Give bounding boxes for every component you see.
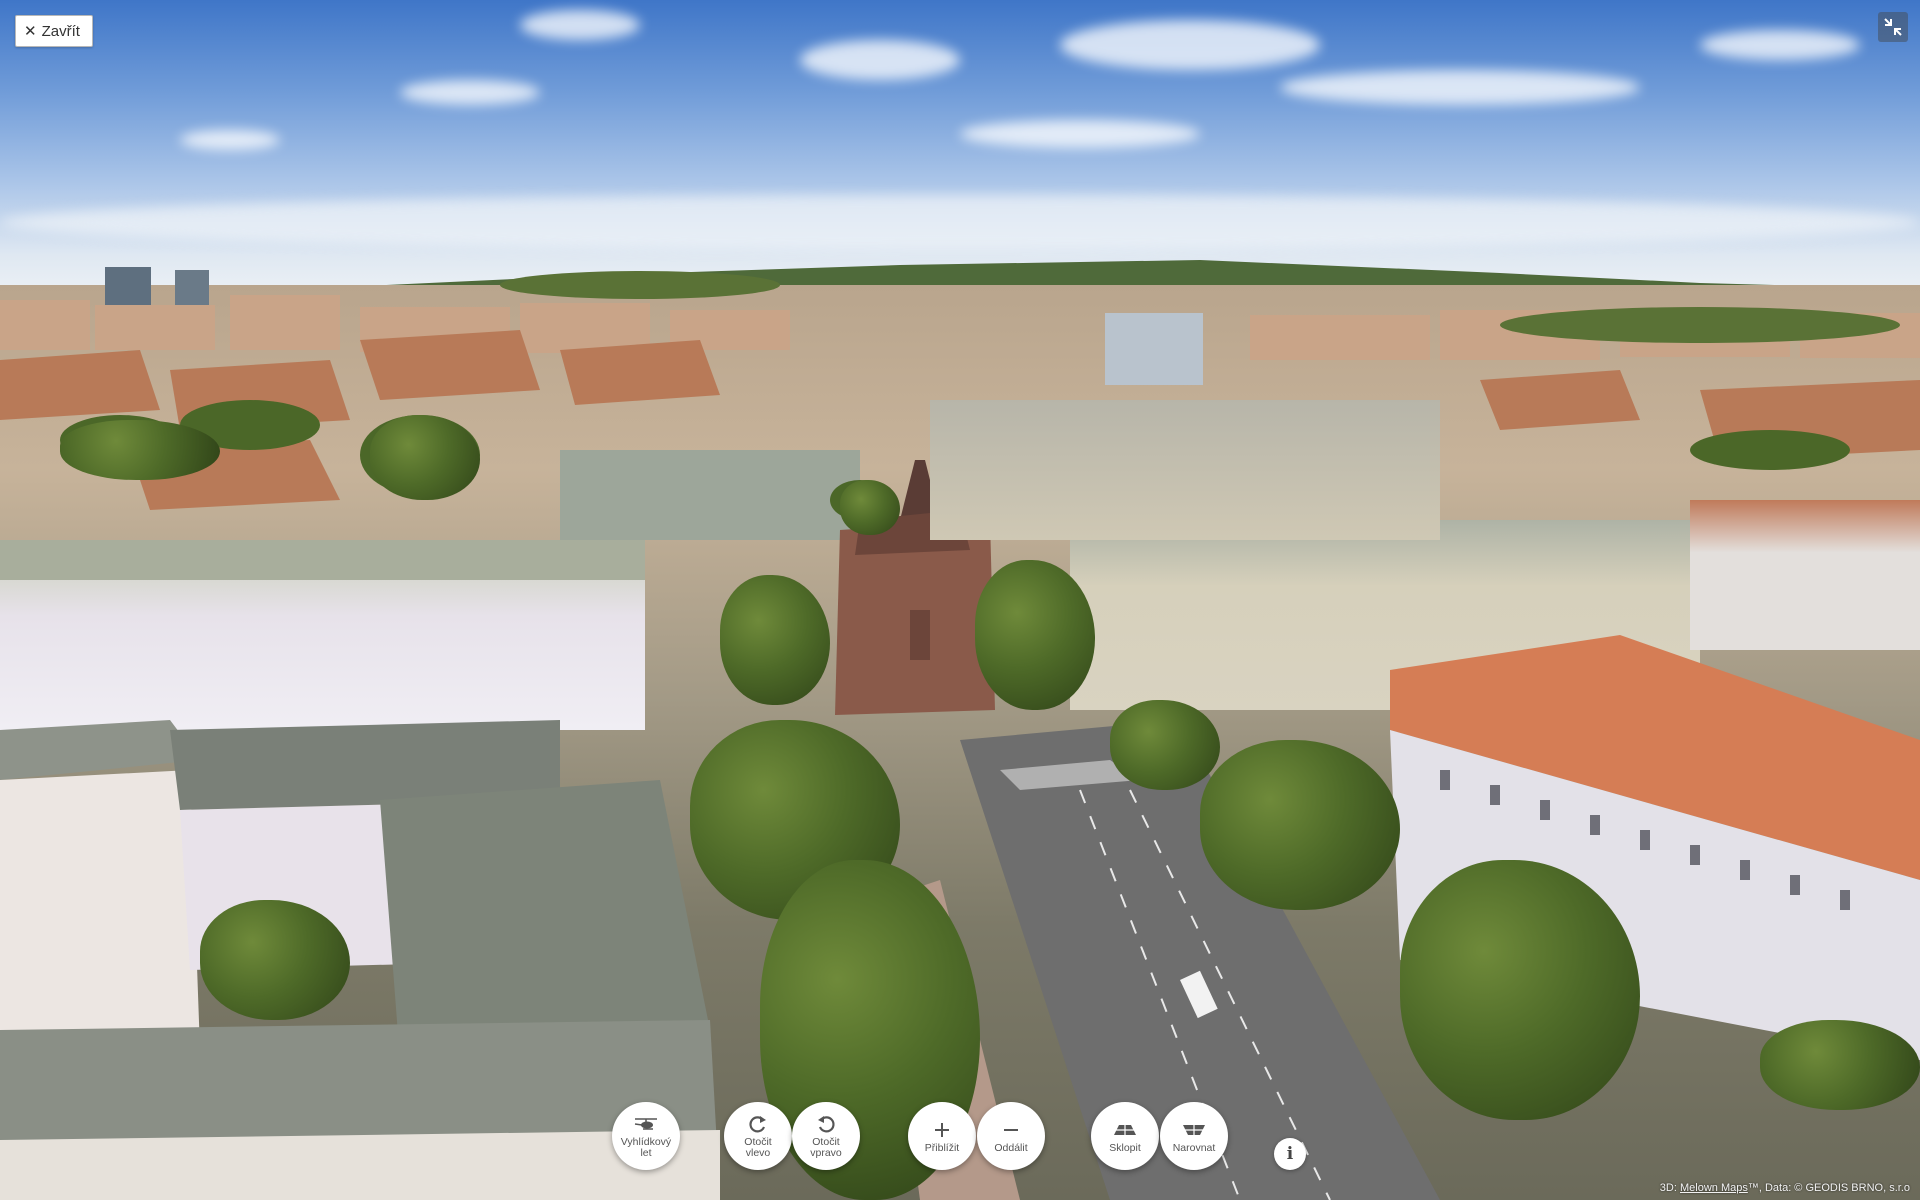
minus-icon [1002,1119,1020,1141]
cloud [800,40,960,80]
cloud [400,80,540,105]
tree [720,575,830,705]
zoom-out-label: Oddálit [994,1141,1028,1154]
cloud [960,120,1200,148]
map-3d-view[interactable]: ✕ Zavřít Vyhlídkový let Otočit vlevo Oto… [0,0,1920,1200]
zoom-in-label: Přiblížit [924,1141,960,1154]
cloud [1060,20,1320,70]
tree [200,900,350,1020]
building-roof [0,540,645,580]
exit-fullscreen-button[interactable] [1878,12,1908,42]
close-button[interactable]: ✕ Zavřít [15,15,93,47]
tree [1110,700,1220,790]
tilt-button[interactable]: Sklopit [1091,1102,1159,1170]
rotate-left-icon [748,1113,768,1135]
flyover-label: Vyhlídkový let [620,1136,672,1159]
building-left-foreground [0,720,720,1200]
cloud [1700,30,1860,60]
helicopter-icon [633,1113,659,1135]
straighten-icon [1182,1119,1206,1141]
attribution: 3D: Melown Maps™, Data: © GEODIS BRNO, s… [1660,1182,1910,1194]
rotate-right-button[interactable]: Otočit vpravo [792,1102,860,1170]
building-palace [930,400,1440,540]
tilt-label: Sklopit [1109,1141,1141,1154]
rotate-right-icon [816,1113,836,1135]
tree [1760,1020,1920,1110]
attribution-prefix: 3D: [1659,1182,1680,1194]
cloud [1280,70,1640,105]
info-button[interactable]: i [1274,1138,1306,1170]
close-label: Zavřít [41,22,80,40]
straighten-button[interactable]: Narovnat [1160,1102,1228,1170]
zoom-out-button[interactable]: Oddálit [977,1102,1045,1170]
close-icon: ✕ [24,23,37,40]
rotate-left-button[interactable]: Otočit vlevo [724,1102,792,1170]
attribution-link[interactable]: Melown Maps [1680,1182,1748,1194]
building-far-right [1690,500,1920,650]
tree [840,480,900,535]
exit-fullscreen-icon [1884,18,1902,36]
tilt-icon [1113,1119,1137,1141]
flyover-button[interactable]: Vyhlídkový let [612,1102,680,1170]
cloud [520,10,640,40]
info-icon: i [1286,1144,1294,1164]
rotate-right-label: Otočit vpravo [810,1136,842,1159]
plus-icon [933,1119,951,1141]
haze [0,195,1920,250]
rotate-left-label: Otočit vlevo [744,1136,772,1159]
tree [60,420,220,480]
attribution-suffix: ™, Data: © GEODIS BRNO, s.r.o [1747,1182,1910,1194]
zoom-in-button[interactable]: Přiblížit [908,1102,976,1170]
straighten-label: Narovnat [1172,1141,1216,1154]
tree [370,415,480,500]
cloud [180,130,280,150]
